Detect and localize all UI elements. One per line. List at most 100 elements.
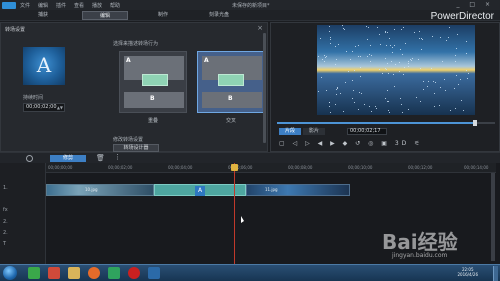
track-audio-2[interactable]: 2.: [3, 230, 8, 236]
track-headers: 1. fx 2. 2. T: [0, 163, 46, 264]
preview-letter: A: [36, 53, 52, 77]
tab-edit[interactable]: 编辑: [82, 11, 128, 20]
rain-drop: [385, 32, 386, 33]
rain-drop: [342, 25, 343, 26]
scrubber-progress: [277, 122, 476, 124]
playback-controls[interactable]: ▢ ◁ ▷ ◀ ▶ ◆ ↺ ◎ ▣ 3D ⚟: [279, 140, 423, 147]
track-title[interactable]: T: [3, 241, 6, 247]
transition-bar: [142, 74, 168, 86]
rain-drop: [318, 91, 319, 92]
rain-drop: [400, 49, 401, 50]
close-icon[interactable]: ×: [257, 24, 263, 32]
rain-drop: [419, 38, 420, 39]
spin-arrows-icon[interactable]: ▲▼: [57, 104, 63, 111]
clip-mode-button[interactable]: 片段: [279, 128, 301, 135]
more-icon[interactable]: ⋮: [114, 153, 121, 161]
rain-drop: [428, 81, 429, 82]
rain-drop: [466, 53, 467, 54]
rain-drop: [324, 61, 325, 62]
transition-settings-panel: 转场设置 × A 持续时间 00;00;02;00 ▲▼ 选择来描述转场行为 A…: [0, 22, 268, 170]
track-video-1[interactable]: 1.: [3, 185, 8, 191]
rain-drop: [408, 63, 409, 64]
rain-drop: [434, 106, 435, 107]
rain-drop: [337, 88, 338, 89]
rain-drop: [454, 88, 455, 89]
play-store-icon[interactable]: [108, 267, 120, 279]
rain-drop: [456, 75, 457, 76]
track-fx[interactable]: fx: [3, 207, 8, 213]
trim-button[interactable]: 修剪: [50, 155, 86, 162]
tab-produce[interactable]: 制作: [140, 11, 186, 20]
menu-plugins[interactable]: 插件: [56, 2, 66, 9]
rain-drop: [463, 110, 464, 111]
transition-designer-button[interactable]: 转场设计器: [113, 144, 159, 152]
window-controls[interactable]: _ □ ×: [456, 1, 494, 8]
windows-taskbar: 22:05 2016/4/26: [0, 264, 500, 281]
timeline-clip-1[interactable]: 10.jpg: [46, 184, 154, 196]
main-tabs: 捕获 编辑 制作 刻录光盘 PowerDirector: [0, 10, 500, 22]
rain-drop: [427, 86, 428, 87]
app-icon-green[interactable]: [28, 267, 40, 279]
show-desktop-button[interactable]: [493, 266, 498, 281]
timeline-transition[interactable]: A: [154, 184, 246, 196]
movie-mode-button[interactable]: 影片: [303, 128, 325, 135]
record-icon[interactable]: [128, 267, 140, 279]
rain-drop: [348, 71, 349, 72]
menu-edit[interactable]: 编辑: [38, 2, 48, 9]
duration-field[interactable]: 00;00;02;00 ▲▼: [23, 103, 65, 112]
tray-clock[interactable]: 22:05 2016/4/26: [457, 267, 478, 277]
menu-play[interactable]: 播放: [92, 2, 102, 9]
playhead-handle[interactable]: [231, 164, 238, 171]
rain-drop: [360, 67, 361, 68]
rain-drop: [414, 32, 415, 33]
duration-value: 00;00;02;00: [26, 104, 57, 110]
rain-drop: [423, 81, 424, 82]
menu-help[interactable]: 帮助: [110, 2, 120, 9]
tab-burn-disc[interactable]: 刻录光盘: [196, 11, 242, 20]
start-button[interactable]: [3, 266, 17, 280]
rain-drop: [466, 41, 467, 42]
folder-icon[interactable]: [68, 267, 80, 279]
rain-drop: [325, 57, 326, 58]
rain-drop: [375, 106, 376, 107]
panel-scrollbar[interactable]: [263, 33, 266, 143]
rain-drop: [385, 68, 386, 69]
rain-drop: [343, 28, 344, 29]
clip-b-letter: B: [150, 95, 155, 102]
rain-drop: [408, 109, 409, 110]
rain-drop: [340, 93, 341, 94]
duration-label: 持续时间: [23, 95, 44, 101]
trash-icon[interactable]: 🗑: [96, 154, 105, 162]
rain-drop: [358, 56, 359, 57]
mode-cross-card[interactable]: A B: [197, 51, 265, 113]
rain-drop: [419, 31, 420, 32]
scrubber-handle[interactable]: [473, 120, 478, 126]
panel-title: 转场设置: [5, 27, 26, 33]
rain-drop: [364, 104, 365, 105]
timecode-display[interactable]: 00;00;02;17: [347, 128, 387, 135]
mode-overlap-card[interactable]: A B: [119, 51, 187, 113]
rain-drop: [330, 37, 331, 38]
rain-drop: [386, 69, 387, 70]
clip-b-block: B: [202, 92, 262, 108]
time-ruler[interactable]: 00;00;00;00 00;00;02;00 00;00;04;00 00;0…: [46, 163, 496, 173]
settings-circle-icon[interactable]: [26, 155, 33, 162]
rain-drop: [445, 90, 446, 91]
rain-drop: [403, 74, 404, 75]
powerdirector-icon[interactable]: [148, 267, 160, 279]
rain-drop: [360, 56, 361, 57]
firefox-icon[interactable]: [88, 267, 100, 279]
tab-capture[interactable]: 捕获: [20, 11, 66, 20]
menu-view[interactable]: 查看: [74, 2, 84, 9]
rain-drop: [461, 100, 462, 101]
rain-drop: [421, 49, 422, 50]
menu-file[interactable]: 文件: [20, 2, 30, 9]
transition-preview-thumbnail: A: [23, 47, 65, 85]
timeline-clip-2[interactable]: 11.jpg: [246, 184, 350, 196]
rain-drop: [330, 43, 331, 44]
behavior-label: 选择来描述转场行为: [113, 41, 159, 47]
playback-scrubber[interactable]: [277, 120, 495, 126]
document-title: 未保存的新项目*: [232, 3, 270, 9]
track-video-2[interactable]: 2.: [3, 219, 8, 225]
app-icon-red[interactable]: [48, 267, 60, 279]
